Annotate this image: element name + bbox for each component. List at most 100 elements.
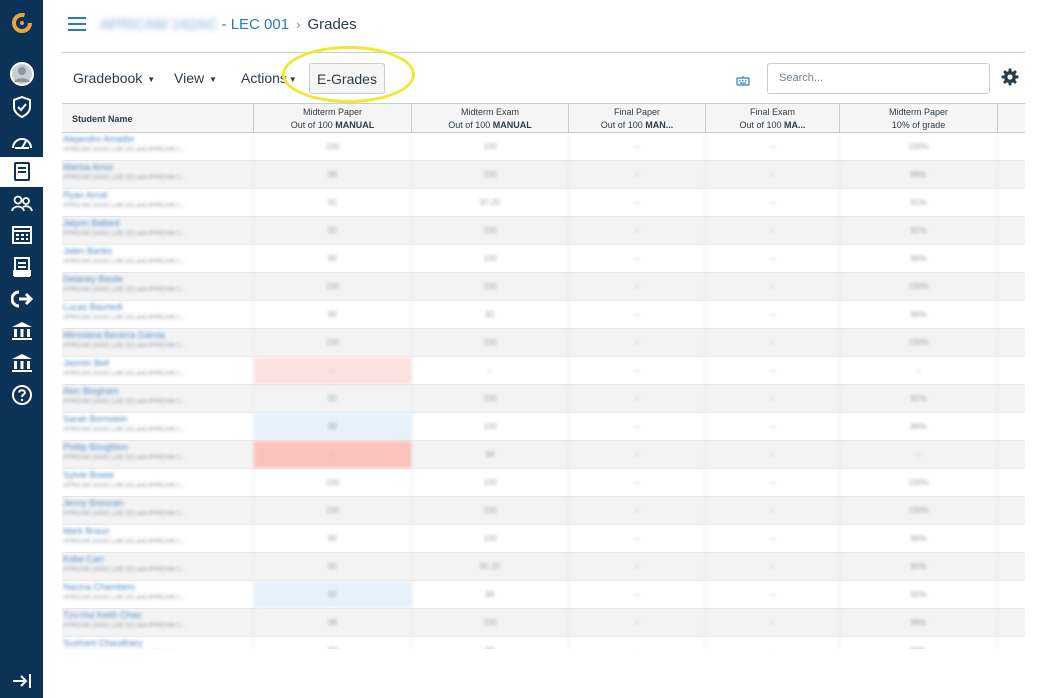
student-name-link[interactable]: Miroslava Becerra Garcia	[63, 330, 253, 341]
grade-cell[interactable]: 100%	[840, 273, 998, 300]
student-name-link[interactable]: Alejandro Amador	[63, 134, 253, 145]
student-name-link[interactable]: Nacina Chambers	[63, 582, 253, 593]
student-name-link[interactable]: Sylvie Bowie	[63, 470, 253, 481]
grade-cell[interactable]: –	[840, 441, 998, 468]
grade-cell[interactable]: 100	[254, 133, 412, 160]
grade-cell[interactable]: –	[706, 385, 840, 412]
grade-cell[interactable]: –	[706, 329, 840, 356]
grade-cell[interactable]: 100	[412, 133, 569, 160]
grade-cell[interactable]: 92	[254, 385, 412, 412]
grade-cell[interactable]: –	[840, 357, 998, 384]
grade-cell[interactable]: –	[706, 581, 840, 608]
column-header[interactable]: Final Exam Out of 100 MA...	[706, 104, 840, 132]
grade-cell[interactable]: 98	[412, 581, 569, 608]
grade-cell[interactable]: 100%	[840, 329, 998, 356]
grade-cell[interactable]: 92%	[840, 217, 998, 244]
grade-cell[interactable]: –	[706, 637, 840, 649]
grade-cell[interactable]: –	[569, 581, 706, 608]
grade-cell[interactable]: 100	[412, 273, 569, 300]
grade-cell[interactable]: –	[706, 497, 840, 524]
grade-cell[interactable]: –	[706, 553, 840, 580]
grade-cell[interactable]: 97.25	[412, 189, 569, 216]
grade-cell[interactable]: 90%	[840, 553, 998, 580]
admin-shield-icon[interactable]	[0, 92, 43, 122]
column-header[interactable]: Midterm Paper Out of 100 MANUAL	[254, 104, 412, 132]
student-name-link[interactable]: Sushant Chaudhary	[63, 638, 253, 649]
grade-cell[interactable]: 100	[412, 245, 569, 272]
grade-cell[interactable]: –	[412, 357, 569, 384]
grade-cell[interactable]: 100%	[840, 133, 998, 160]
grade-cell[interactable]: –	[706, 357, 840, 384]
grade-cell[interactable]: –	[569, 637, 706, 649]
grade-cell[interactable]: –	[706, 133, 840, 160]
grade-cell[interactable]: –	[569, 161, 706, 188]
student-name-link[interactable]: Mark Braun	[63, 526, 253, 537]
grade-cell[interactable]: –	[569, 469, 706, 496]
grade-cell[interactable]: 92%	[840, 581, 998, 608]
grade-cell[interactable]: 99	[254, 637, 412, 649]
grade-cell[interactable]: 91%	[840, 189, 998, 216]
grade-cell[interactable]: 89%	[840, 413, 998, 440]
grade-cell[interactable]: 90	[254, 525, 412, 552]
grade-cell[interactable]: 90	[254, 245, 412, 272]
grade-cell[interactable]: –	[706, 245, 840, 272]
institution-icon[interactable]	[0, 316, 43, 346]
institution-icon[interactable]	[0, 348, 43, 378]
grade-cell[interactable]: –	[706, 161, 840, 188]
grade-cell[interactable]: 98%	[840, 609, 998, 636]
grade-cell[interactable]: –	[706, 441, 840, 468]
grade-cell[interactable]: –	[254, 357, 412, 384]
grade-cell[interactable]: –	[569, 245, 706, 272]
grade-cell[interactable]: 94	[412, 441, 569, 468]
student-name-link[interactable]: Jalen Banks	[63, 246, 253, 257]
grade-cell[interactable]: 100	[412, 497, 569, 524]
grade-cell[interactable]: 90%	[840, 245, 998, 272]
grade-cell[interactable]: –	[569, 189, 706, 216]
student-name-link[interactable]: Jenny Brennan	[63, 498, 253, 509]
canvas-logo-icon[interactable]	[0, 8, 43, 38]
student-name-link[interactable]: Delaney Basile	[63, 274, 253, 285]
grade-cell[interactable]: 90	[254, 301, 412, 328]
grade-cell[interactable]: –	[569, 301, 706, 328]
grade-cell[interactable]: –	[706, 301, 840, 328]
grade-cell[interactable]: –	[569, 385, 706, 412]
grade-cell[interactable]: 100	[254, 497, 412, 524]
grade-cell[interactable]: 100	[412, 385, 569, 412]
calendar-icon[interactable]	[0, 219, 43, 249]
grade-cell[interactable]: 100	[412, 469, 569, 496]
grade-cell[interactable]: 92	[254, 217, 412, 244]
student-name-link[interactable]: Sarah Bornstein	[63, 414, 253, 425]
help-icon[interactable]	[0, 380, 43, 410]
grade-cell[interactable]: 90%	[840, 525, 998, 552]
grade-cell[interactable]: –	[569, 525, 706, 552]
grade-cell[interactable]: –	[706, 609, 840, 636]
dashboard-icon[interactable]	[0, 127, 43, 157]
grade-cell[interactable]: 89	[254, 413, 412, 440]
grade-cell[interactable]: –	[569, 217, 706, 244]
breadcrumb-course[interactable]: AFRICAM 142AC	[100, 16, 218, 33]
grade-cell[interactable]: 100	[412, 413, 569, 440]
grade-cell[interactable]: –	[706, 189, 840, 216]
grade-cell[interactable]: 100%	[840, 469, 998, 496]
grade-cell[interactable]: 100	[254, 273, 412, 300]
grade-cell[interactable]: 92	[412, 301, 569, 328]
column-header[interactable]: Student Name	[62, 104, 254, 132]
grade-cell[interactable]: 88%	[840, 161, 998, 188]
gradebook-menu-button[interactable]: Gradebook ▼	[73, 70, 155, 86]
student-name-link[interactable]: Alec Bingham	[63, 386, 253, 397]
grade-cell[interactable]: 100	[412, 217, 569, 244]
grade-cell[interactable]: –	[569, 133, 706, 160]
grade-cell[interactable]: 98	[254, 609, 412, 636]
keyboard-icon[interactable]	[736, 73, 750, 91]
hamburger-menu-icon[interactable]	[68, 17, 86, 31]
column-header[interactable]: Midterm Paper 10% of grade	[840, 104, 998, 132]
column-header[interactable]: Final Paper Out of 100 MAN...	[569, 104, 706, 132]
grade-cell[interactable]: 100	[412, 161, 569, 188]
student-name-link[interactable]: Marisa Amor	[63, 162, 253, 173]
history-arrow-icon[interactable]	[0, 284, 43, 314]
student-name-link[interactable]: Jalyon Ballard	[63, 218, 253, 229]
grade-cell[interactable]: 100%	[840, 497, 998, 524]
student-name-link[interactable]: Tzu-Hui Keith Chao	[63, 610, 253, 621]
grade-cell[interactable]: 100	[254, 469, 412, 496]
grade-cell[interactable]: 92	[254, 581, 412, 608]
